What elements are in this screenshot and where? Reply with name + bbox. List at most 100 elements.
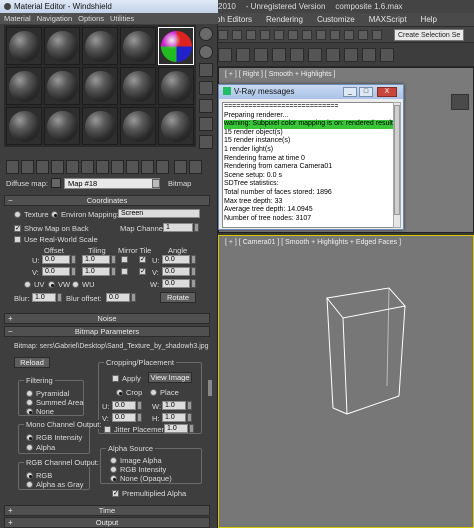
mapping-dropdown[interactable]: Screen [118,209,200,218]
menu-maxscript[interactable]: MAXScript [369,15,407,24]
u-tile-checkbox[interactable] [139,255,146,263]
summed-area-radio[interactable] [26,399,33,406]
command-icon[interactable] [326,48,340,62]
backlight-icon[interactable] [199,45,213,59]
named-selection-set-dropdown[interactable]: Create Selection Se [394,29,464,41]
place-radio[interactable] [150,389,157,396]
toolbar-tool-icon[interactable] [246,30,256,40]
command-icon[interactable] [272,48,286,62]
u-offset-spinner[interactable] [71,255,76,264]
copy-material-icon[interactable] [66,160,79,174]
bitmap-parameters-rollout-header[interactable]: − Bitmap Parameters [4,326,210,337]
sample-slot[interactable] [82,107,118,145]
show-end-result-icon[interactable] [141,160,154,174]
close-button[interactable]: X [377,87,397,97]
sample-slot[interactable] [82,27,118,65]
w-angle-field[interactable]: 0.0 [162,279,190,288]
view-image-button[interactable]: View Image [148,372,192,383]
video-color-check-icon[interactable] [199,99,213,113]
u-angle-field[interactable]: 0.0 [162,255,190,264]
command-icon[interactable] [344,48,358,62]
none-opaque-radio[interactable] [110,475,117,482]
vray-log-scrollbar[interactable] [393,102,401,228]
u-mirror-checkbox[interactable] [121,256,128,263]
show-map-on-back-checkbox[interactable] [14,224,21,232]
make-preview-icon[interactable] [199,117,213,131]
w-angle-spinner[interactable] [191,279,196,288]
blur-offset-spinner[interactable] [131,293,136,302]
uv-radio[interactable] [24,281,31,288]
sample-slot[interactable] [158,107,194,145]
sample-slot[interactable] [6,67,42,105]
sample-slot[interactable] [120,107,156,145]
menu-options[interactable]: Options [78,14,104,23]
crop-u-spinner[interactable] [137,401,142,410]
toolbar-tool-icon[interactable] [372,30,382,40]
alpha-rgb-intensity-radio[interactable] [110,466,117,473]
output-rollout-header[interactable]: + Output [4,517,210,528]
reset-map-icon[interactable] [51,160,64,174]
sample-slot[interactable] [44,107,80,145]
blur-spinner[interactable] [57,293,62,302]
reload-button[interactable]: Reload [14,357,50,368]
toolbar-tool-icon[interactable] [274,30,284,40]
go-to-parent-icon[interactable] [156,160,169,174]
go-forward-to-sibling-icon[interactable] [174,160,187,174]
maximize-button[interactable]: □ [359,87,373,97]
command-icon[interactable] [290,48,304,62]
sample-slot[interactable] [44,27,80,65]
viewcube-icon[interactable] [451,94,469,110]
coordinates-rollout-header[interactable]: − Coordinates [4,195,210,206]
toolbar-tool-icon[interactable] [302,30,312,40]
command-icon[interactable] [218,48,232,62]
command-icon[interactable] [236,48,250,62]
rotate-button[interactable]: Rotate [160,292,196,303]
v-tiling-field[interactable]: 1.0 [82,267,110,276]
pyramidal-radio[interactable] [26,390,33,397]
assign-to-selection-icon[interactable] [36,160,49,174]
crop-w-field[interactable]: 1.0 [162,401,186,410]
menu-rendering[interactable]: Rendering [266,15,303,24]
filter-none-radio[interactable] [26,408,33,415]
material-editor-title-bar[interactable]: Material Editor - Windshield [0,0,218,13]
vw-radio[interactable] [48,281,55,288]
alpha-as-gray-radio[interactable] [26,481,33,488]
sample-slot[interactable] [158,67,194,105]
crop-h-spinner[interactable] [187,413,192,422]
select-by-material-icon[interactable] [189,160,202,174]
u-angle-spinner[interactable] [191,255,196,264]
sample-slot[interactable] [6,27,42,65]
crop-v-spinner[interactable] [137,413,142,422]
time-rollout-header[interactable]: + Time [4,505,210,516]
map-channel-spinner[interactable] [194,223,199,232]
environ-radio[interactable] [51,211,58,218]
crop-w-spinner[interactable] [187,401,192,410]
options-icon[interactable] [199,135,213,149]
sample-slot[interactable] [6,107,42,145]
rgb-radio[interactable] [26,472,33,479]
uv-tiling-icon[interactable] [199,81,213,95]
sample-type-icon[interactable] [199,27,213,41]
vray-log-textarea[interactable]: ============================ Preparing r… [222,102,394,228]
toolbar-tool-icon[interactable] [260,30,270,40]
get-material-icon[interactable] [6,160,19,174]
texture-radio[interactable] [14,211,21,218]
crop-v-field[interactable]: 0.0 [112,413,136,422]
v-tile-checkbox[interactable] [139,267,146,275]
toolbar-tool-icon[interactable] [344,30,354,40]
v-mirror-checkbox[interactable] [121,268,128,275]
image-alpha-radio[interactable] [110,457,117,464]
v-angle-spinner[interactable] [191,267,196,276]
menu-utilities[interactable]: Utilities [110,14,134,23]
sample-slot[interactable] [44,67,80,105]
v-offset-field[interactable]: 0.0 [42,267,70,276]
viewport-camera[interactable]: [ + ] [ Camera01 ] [ Smooth + Highlights… [218,235,474,528]
u-offset-field[interactable]: 0.0 [42,255,70,264]
wireframe-box-object[interactable] [319,266,419,416]
viewport-camera-label[interactable]: [ + ] [ Camera01 ] [ Smooth + Highlights… [225,239,401,246]
premultiplied-alpha-checkbox[interactable] [112,489,119,497]
crop-h-field[interactable]: 1.0 [162,413,186,422]
toolbar-tool-icon[interactable] [358,30,368,40]
v-tiling-spinner[interactable] [111,267,116,276]
u-tiling-spinner[interactable] [111,255,116,264]
